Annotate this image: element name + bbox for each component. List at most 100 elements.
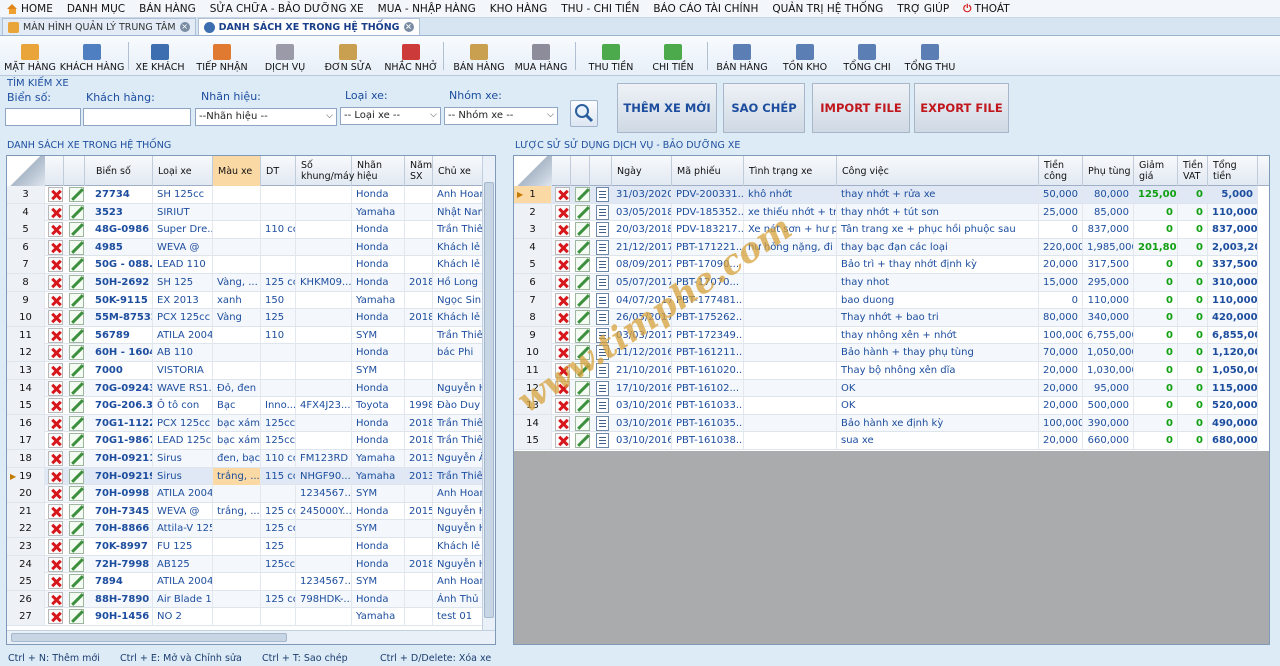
- delete-icon[interactable]: [555, 292, 570, 308]
- table-row[interactable]: 3 27734 SH 125cc Honda Anh Hoan: [7, 186, 483, 204]
- table-row[interactable]: 7 50G - 088...LEAD 110 Honda Khách lẻ: [7, 256, 483, 274]
- table-row[interactable]: 17 70G1-9867 LEAD 125cc bạc xám 125cc Honda 20…: [7, 432, 483, 450]
- edit-icon[interactable]: [69, 345, 84, 361]
- customer-input[interactable]: [83, 108, 191, 126]
- add-vehicle-button[interactable]: THÊM XE MỚI: [617, 83, 717, 133]
- toolbar-money-out-button[interactable]: CHI TIỀN: [638, 39, 708, 73]
- table-row[interactable]: 20 70H-0998 ATILA 2004 1234567... SYM Anh Hoa…: [7, 485, 483, 503]
- toolbar-box-button[interactable]: MẶT HÀNG: [0, 39, 65, 73]
- delete-icon[interactable]: [48, 574, 63, 590]
- edit-icon[interactable]: [69, 204, 84, 220]
- delete-icon[interactable]: [48, 292, 63, 308]
- table-row[interactable]: 23 70K-8997 FU 125 125 Honda Khách lẻ: [7, 538, 483, 556]
- delete-icon[interactable]: [48, 275, 63, 290]
- edit-icon[interactable]: [69, 398, 84, 414]
- table-row[interactable]: 18 70H-09211 Sirus đen, bạc 110 cc FM123RD Yam…: [7, 450, 483, 468]
- table-row[interactable]: 2 03/05/2018 PDV-185352... xe thiếu nhớt + …: [514, 203, 1258, 222]
- delete-icon[interactable]: [48, 363, 63, 378]
- delete-icon[interactable]: [48, 556, 63, 572]
- delete-icon[interactable]: [555, 239, 570, 255]
- delete-icon[interactable]: [48, 327, 63, 343]
- edit-icon[interactable]: [575, 222, 590, 238]
- vehicle-horizontal-scrollbar[interactable]: [7, 630, 495, 644]
- edit-icon[interactable]: [575, 310, 590, 326]
- delete-icon[interactable]: [555, 310, 570, 326]
- edit-icon[interactable]: [69, 503, 84, 519]
- table-row[interactable]: 14 70G-092433WAVE RS1...Đỏ, đen Honda Nguyễ…: [7, 379, 483, 398]
- edit-icon[interactable]: [575, 345, 590, 361]
- column-header-year[interactable]: Năm SX: [405, 156, 433, 186]
- menu-home[interactable]: HOME: [0, 0, 60, 18]
- toolbar-sales-report-button[interactable]: BÁN HÀNG: [707, 39, 777, 73]
- table-row[interactable]: 11 21/10/2016 PBT-161020... Thay bộ nhông x…: [514, 362, 1258, 380]
- document-icon[interactable]: [596, 398, 609, 414]
- column-header-owner[interactable]: Chủ xe: [433, 156, 483, 186]
- delete-icon[interactable]: [555, 363, 570, 378]
- column-header-parts[interactable]: Phụ tùng: [1083, 156, 1134, 186]
- column-header-ticket[interactable]: Mã phiếu: [672, 156, 744, 186]
- table-row[interactable]: 12 17/10/2016 PBT-16102... OK 20,000 95,000 0 0…: [514, 379, 1258, 398]
- table-row[interactable]: 25 7894 ATILA 2004 1234567... SYM Anh Hoan: [7, 573, 483, 591]
- column-header-work[interactable]: Công việc: [837, 156, 1039, 186]
- edit-icon[interactable]: [69, 310, 84, 326]
- column-header-condition[interactable]: Tình trạng xe: [744, 156, 837, 186]
- table-row[interactable]: 15 70G-206.35Ô tô conBạcInno...4FX4J23...…: [7, 397, 483, 415]
- table-row[interactable]: 3 20/03/2018 PDV-183217... Xe nát sơn + hư …: [514, 221, 1258, 239]
- delete-icon[interactable]: [48, 486, 63, 502]
- document-icon[interactable]: [596, 204, 609, 220]
- delete-icon[interactable]: [48, 451, 63, 466]
- edit-icon[interactable]: [575, 257, 590, 273]
- export-file-button[interactable]: EXPORT FILE: [914, 83, 1009, 133]
- table-row[interactable]: 26 88H-7890Air Blade 1... 125 cc798HDK-...…: [7, 590, 483, 609]
- table-row[interactable]: 16 70G1-11221PCX 125ccbạc xám125cc Honda20…: [7, 414, 483, 433]
- document-icon[interactable]: [596, 257, 609, 273]
- delete-icon[interactable]: [555, 275, 570, 290]
- edit-icon[interactable]: [69, 292, 84, 308]
- delete-icon[interactable]: [555, 380, 570, 396]
- table-row[interactable]: 10 55M-87532 PCX 125cc Vàng 125 Honda 2018 Khác…: [7, 309, 483, 327]
- plate-input[interactable]: [5, 108, 81, 126]
- delete-icon[interactable]: [555, 187, 570, 202]
- edit-icon[interactable]: [69, 574, 84, 590]
- delete-icon[interactable]: [48, 468, 63, 484]
- edit-icon[interactable]: [575, 415, 590, 431]
- edit-icon[interactable]: [69, 433, 84, 449]
- tab-vehicle-list[interactable]: DANH SÁCH XE TRONG HỆ THỐNG ×: [197, 18, 420, 35]
- delete-icon[interactable]: [48, 380, 63, 396]
- table-row[interactable]: 21 70H-7345 WEVA @ trắng, ... 125 cc 245000Y.…: [7, 502, 483, 521]
- document-icon[interactable]: [596, 327, 609, 343]
- edit-icon[interactable]: [575, 292, 590, 308]
- delete-icon[interactable]: [48, 591, 63, 607]
- edit-icon[interactable]: [69, 609, 84, 625]
- delete-icon[interactable]: [48, 187, 63, 202]
- table-row[interactable]: 10 11/12/2016 PBT-161211... Bảo hành + thay…: [514, 344, 1258, 362]
- scroll-thumb[interactable]: [484, 182, 494, 618]
- close-icon[interactable]: ×: [403, 22, 414, 32]
- document-icon[interactable]: [596, 415, 609, 431]
- document-icon[interactable]: [596, 275, 609, 290]
- menu-danh-muc[interactable]: DANH MỤC: [60, 0, 132, 18]
- edit-icon[interactable]: [575, 187, 590, 202]
- toolbar-income-report-button[interactable]: TỔNG THU: [895, 39, 965, 73]
- edit-icon[interactable]: [69, 556, 84, 572]
- edit-icon[interactable]: [69, 363, 84, 378]
- table-row[interactable]: 11 56789ATILA 2004 110 SYM Trần Thiên: [7, 326, 483, 345]
- menu-thu-chi[interactable]: THU - CHI TIỀN: [554, 0, 646, 18]
- edit-icon[interactable]: [69, 327, 84, 343]
- column-header-total[interactable]: Tổng tiền: [1208, 156, 1258, 186]
- column-header-chassis[interactable]: Số khung/máy: [296, 156, 355, 186]
- edit-icon[interactable]: [69, 380, 84, 396]
- delete-icon[interactable]: [555, 222, 570, 238]
- delete-icon[interactable]: [555, 257, 570, 273]
- edit-icon[interactable]: [69, 539, 84, 554]
- delete-icon[interactable]: [555, 327, 570, 343]
- edit-icon[interactable]: [69, 521, 84, 537]
- column-header-labor[interactable]: Tiền công: [1039, 156, 1083, 186]
- delete-icon[interactable]: [48, 310, 63, 326]
- document-icon[interactable]: [596, 292, 609, 308]
- close-icon[interactable]: ×: [179, 22, 190, 32]
- column-header-type[interactable]: Loại xe: [153, 156, 213, 186]
- search-button[interactable]: [570, 100, 598, 127]
- column-header-displacement[interactable]: DT: [261, 156, 296, 186]
- edit-icon[interactable]: [575, 204, 590, 220]
